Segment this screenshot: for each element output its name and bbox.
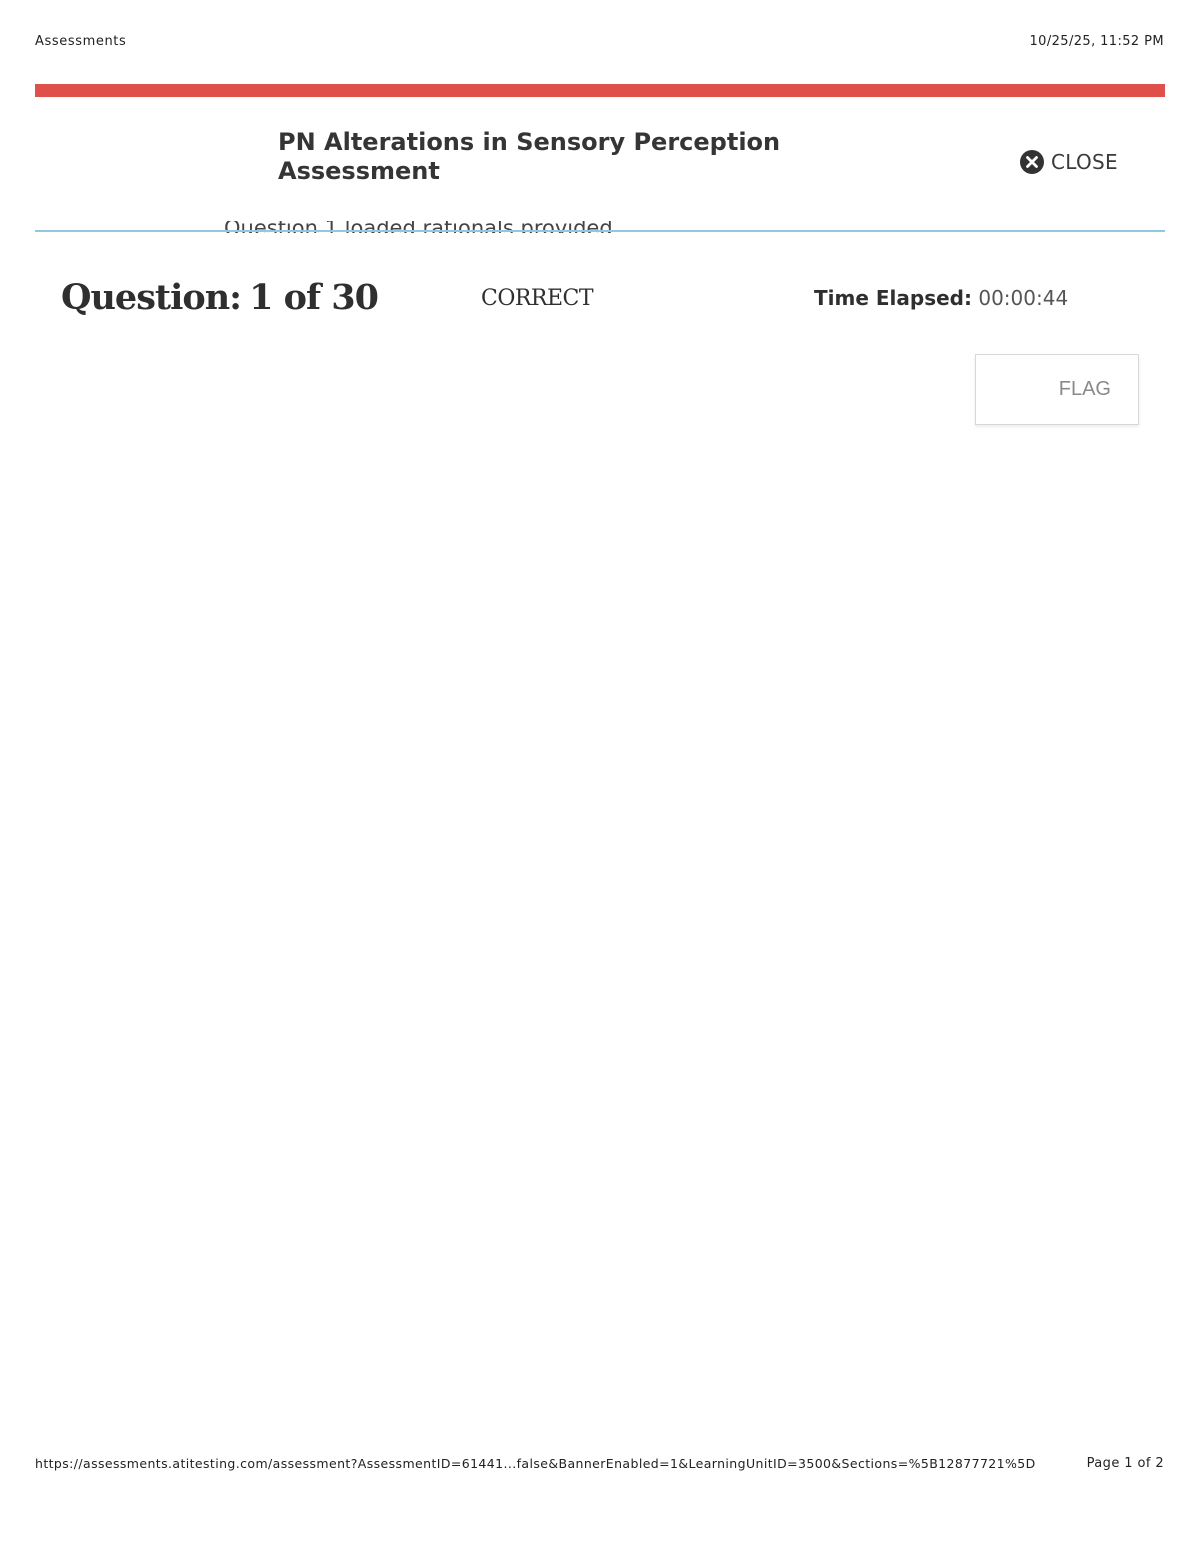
time-elapsed-label: Time Elapsed: bbox=[814, 286, 972, 310]
print-header-page-title: Assessments bbox=[35, 34, 127, 49]
result-status: CORRECT bbox=[481, 286, 594, 311]
print-footer-page-number: Page 1 of 2 bbox=[1086, 1456, 1164, 1471]
header-divider bbox=[35, 230, 1165, 232]
print-footer-url: https://assessments.atitesting.com/asses… bbox=[35, 1456, 1036, 1471]
close-circle-icon bbox=[1020, 150, 1044, 174]
close-button[interactable]: CLOSE bbox=[1020, 150, 1118, 174]
question-counter: Question: 1 of 30 bbox=[61, 277, 379, 318]
time-elapsed: Time Elapsed: 00:00:44 bbox=[814, 286, 1068, 310]
question-counter-label: Question: bbox=[61, 277, 242, 318]
flag-button[interactable]: FLAG bbox=[975, 354, 1139, 425]
question-counter-value: 1 of 30 bbox=[249, 277, 379, 318]
assessment-title: PN Alterations in Sensory Perception Ass… bbox=[278, 128, 781, 185]
close-label: CLOSE bbox=[1051, 150, 1118, 174]
header-accent-bar bbox=[35, 84, 1165, 97]
print-header-datetime: 10/25/25, 11:52 PM bbox=[1029, 34, 1164, 49]
time-elapsed-value: 00:00:44 bbox=[978, 286, 1069, 310]
